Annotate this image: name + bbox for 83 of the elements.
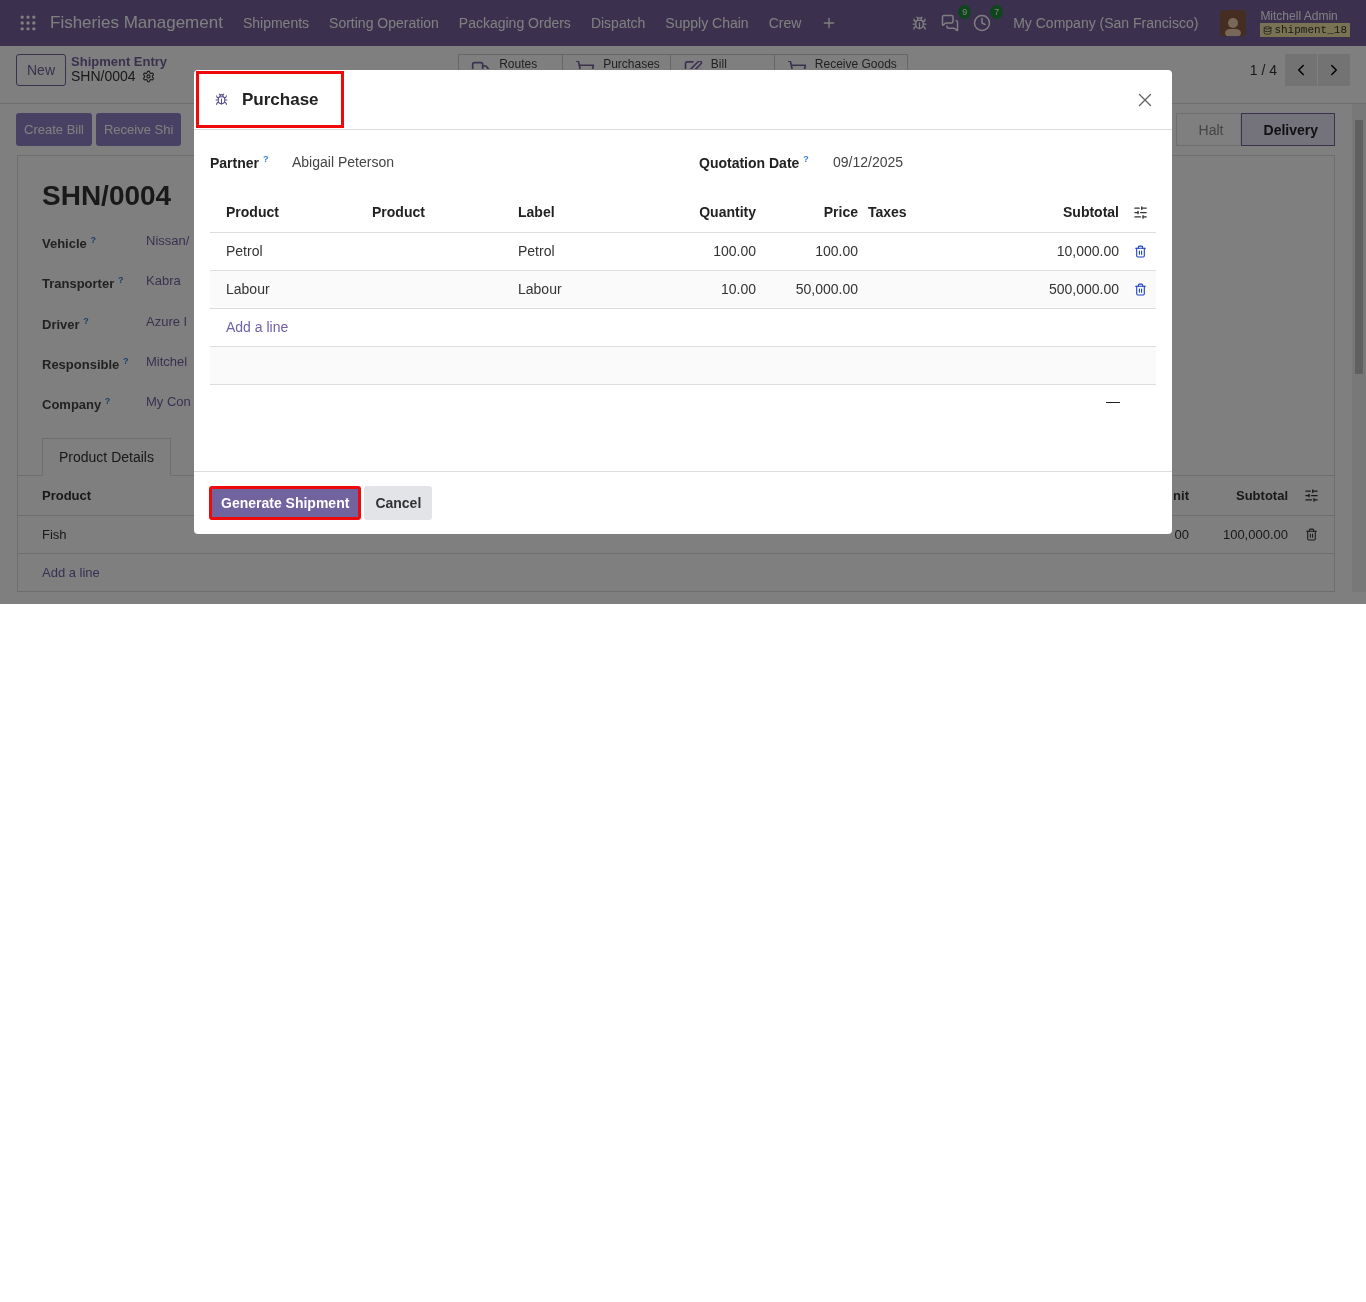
count-badge: 7	[990, 5, 1004, 19]
table-cell-text: 100,000.00	[1221, 526, 1288, 542]
menu-item[interactable]: Supply Chain	[665, 15, 749, 31]
column-header: Taxes	[867, 204, 908, 221]
dialog-title: Purchase	[242, 89, 319, 110]
table-cell-text: Petrol	[225, 243, 264, 260]
field-label: Company $^{?}$	[42, 395, 112, 415]
apps-menu-icon[interactable]	[18, 13, 38, 33]
next-button[interactable]	[1318, 54, 1350, 86]
help-icon[interactable]: ?	[803, 154, 809, 164]
delete-icon[interactable]	[1304, 527, 1318, 541]
help-icon[interactable]: ?	[104, 396, 111, 407]
column-settings-icon[interactable]	[1133, 204, 1148, 220]
column-header: Price	[822, 204, 859, 221]
new-button[interactable]: New	[16, 54, 66, 86]
database-tag: shipment_18	[1260, 23, 1350, 37]
breadcrumb-link[interactable]: Shipment Entry	[71, 54, 168, 69]
field-value: Abigail Peterson	[292, 154, 394, 171]
stage-button[interactable]: Halt	[1175, 113, 1241, 146]
user-avatar[interactable]	[1220, 10, 1247, 36]
company-name[interactable]: My Company (San Francisco)	[1013, 15, 1199, 31]
help-icon[interactable]: ?	[83, 315, 89, 326]
add-line-link[interactable]: Add a line	[42, 564, 1069, 580]
table-cell-text: Labour	[517, 281, 563, 298]
previous-button[interactable]	[1285, 54, 1317, 86]
field-label: Vehicle $^{?}$	[42, 234, 97, 254]
column-header: Product	[42, 487, 92, 503]
delete-icon[interactable]	[1134, 244, 1147, 258]
table-cell-text: Petrol	[517, 243, 556, 260]
pager-counter: 1 / 4	[1249, 62, 1277, 78]
column-header: nit	[1172, 487, 1189, 503]
menu-item[interactable]: Crew	[768, 15, 802, 31]
chat-icon[interactable]	[941, 14, 960, 32]
cart-icon	[575, 61, 596, 69]
table-cell-text: 10,000.00	[1055, 243, 1120, 260]
table-cell-text: 100.00	[814, 243, 859, 260]
table-cell-text: Labour	[225, 281, 271, 298]
field-value: 09/12/2025	[833, 154, 904, 171]
menu-item[interactable]: Dispatch	[590, 15, 646, 31]
clock-icon[interactable]	[973, 14, 992, 32]
bug-icon	[215, 93, 228, 106]
field-label: Transporter $^{?}$	[42, 274, 125, 294]
table-cell-text: 500,000.00	[1047, 281, 1120, 298]
field-label: Driver $^{?}$	[42, 314, 90, 334]
tab[interactable]: Product Details	[42, 437, 171, 476]
table-cell-text: 10.00	[719, 281, 757, 298]
help-icon[interactable]: ?	[262, 154, 269, 164]
column-header: Product	[371, 204, 426, 221]
table-cell-text: Fish	[42, 526, 68, 542]
user-name: Mitchell Admin	[1260, 9, 1339, 23]
truck-icon	[471, 61, 492, 69]
menu-item[interactable]: Sorting Operation	[329, 15, 439, 31]
database-icon	[1263, 25, 1273, 35]
table-cell-text: 100.00	[712, 243, 757, 260]
cart-icon	[786, 61, 807, 69]
menu-item[interactable]: Shipments	[242, 15, 310, 31]
app-name: Fisheries Management	[50, 13, 223, 33]
column-header: Quantity	[698, 204, 757, 221]
field-label: Responsible $^{?}$	[42, 355, 130, 375]
count-badge: 9	[958, 5, 972, 19]
stage-button[interactable]: Delivery	[1240, 113, 1335, 146]
record-name: SHN/0004	[71, 69, 136, 84]
menu-item[interactable]: Packaging Orders	[458, 15, 571, 31]
column-header: Label	[517, 204, 556, 221]
generate-shipment-button[interactable]: Generate Shipment	[209, 485, 362, 520]
total-amount: —	[1106, 392, 1120, 411]
delete-icon[interactable]	[1134, 282, 1147, 296]
column-header: Product	[225, 204, 280, 221]
add-line-link[interactable]: Add a line	[210, 319, 502, 336]
bug-icon[interactable]	[912, 15, 928, 31]
field-label: Quotation Date $^{?}$	[699, 154, 810, 171]
column-header: Subtotal	[1062, 204, 1120, 221]
settings-icon[interactable]	[141, 70, 155, 83]
table-cell-text: 50,000.00	[794, 281, 859, 298]
help-icon[interactable]: ?	[90, 235, 96, 245]
cancel-button[interactable]: Cancel	[364, 485, 433, 520]
column-header: Subtotal	[1235, 487, 1288, 503]
scrollbar[interactable]	[1352, 104, 1366, 592]
help-icon[interactable]: ?	[117, 275, 124, 286]
record-title: SHN/0004	[42, 179, 172, 213]
table-cell-text: 00	[1173, 526, 1189, 542]
field-label: Partner $^{?}$	[210, 154, 270, 171]
help-icon[interactable]: ?	[122, 356, 129, 366]
